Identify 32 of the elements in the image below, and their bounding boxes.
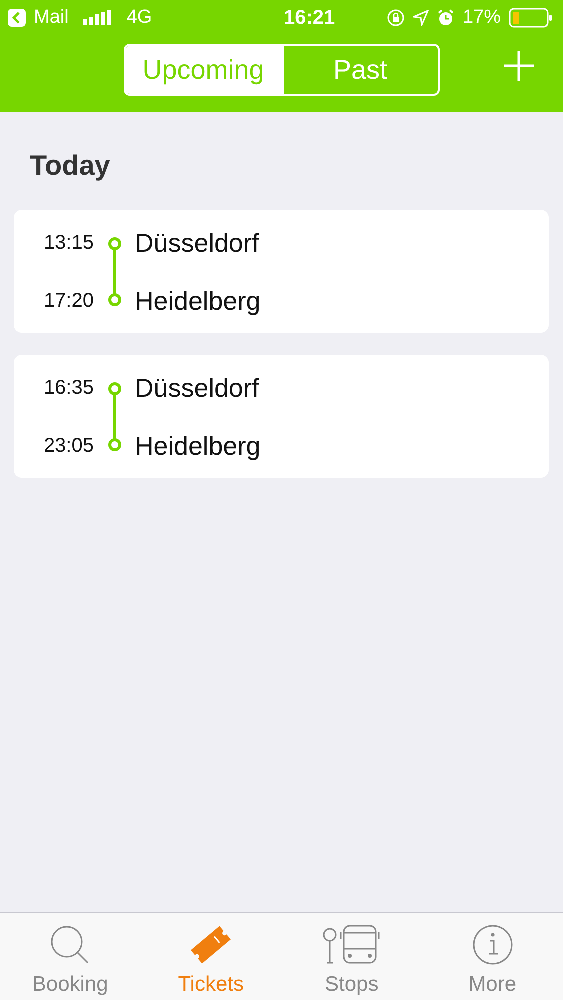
trip-card[interactable]: 16:35 23:05 Düsseldorf Heidelberg [14, 355, 549, 478]
tab-bar-item[interactable]: Booking [0, 913, 141, 1000]
add-icon[interactable] [503, 50, 535, 82]
city-name: Düsseldorf [135, 228, 260, 256]
route-line-icon [108, 382, 122, 452]
departure-time: 16:35 [44, 378, 94, 398]
network-label: 4G [126, 7, 152, 29]
alarm-icon [436, 9, 455, 27]
departure-time: 13:15 [44, 232, 94, 252]
location-arrow-icon [412, 10, 429, 26]
signal-icon [82, 10, 111, 26]
city-name: Heidelberg [135, 286, 261, 314]
clock: 16:21 [284, 6, 336, 30]
info-icon [470, 923, 515, 967]
segment-tab[interactable]: Upcoming [126, 46, 282, 94]
section-title: Today [30, 150, 112, 183]
tab-bar-item[interactable]: Stops [282, 913, 422, 1000]
departure-time: 17:20 [44, 290, 94, 310]
trip-card[interactable]: 13:15 17:20 Düsseldorf Heidelberg [14, 210, 549, 333]
battery-percent: 17% [462, 7, 501, 29]
back-label[interactable]: Mail [34, 7, 69, 29]
back-icon[interactable] [8, 9, 26, 27]
city-name: Düsseldorf [135, 374, 260, 402]
rotation-lock-icon [386, 9, 405, 27]
departure-time: 23:05 [44, 436, 94, 456]
bus-stop-icon [322, 923, 382, 967]
route-line-icon [108, 236, 122, 306]
tab-bar-item[interactable]: Tickets [140, 913, 282, 1000]
city-name: Heidelberg [135, 432, 261, 460]
battery-icon [508, 8, 553, 28]
segment-tab[interactable]: Past [282, 46, 438, 94]
tab-bar-item[interactable]: More [422, 913, 563, 1000]
